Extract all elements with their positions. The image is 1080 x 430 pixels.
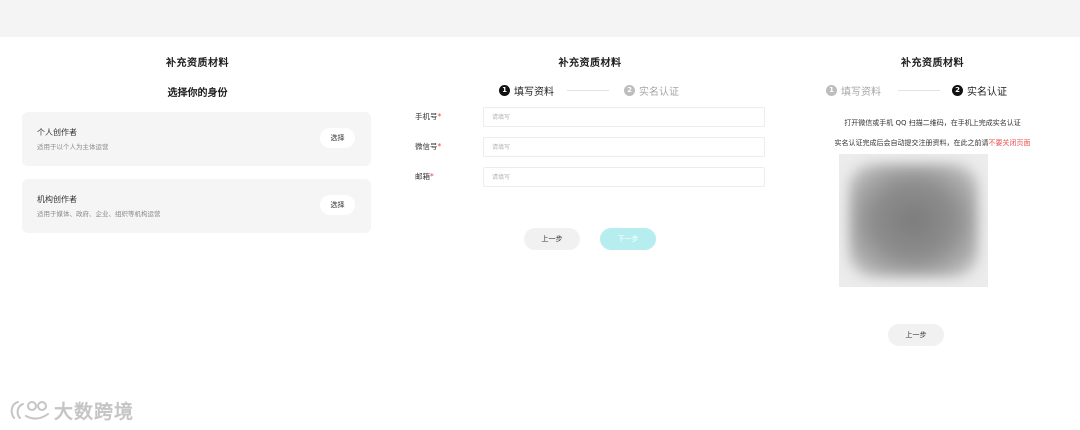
step-fill-info: 1 填写资料 <box>499 83 554 98</box>
wechat-input[interactable] <box>483 137 765 157</box>
select-button[interactable]: 选择 <box>320 195 355 215</box>
field-label: 手机号* <box>415 112 442 121</box>
email-input[interactable] <box>483 167 765 187</box>
identity-panel: 补充资质材料 选择你的身份 个人创作者 适用于以个人为主体运营 选择 机构创作者… <box>0 37 395 430</box>
panel-title: 补充资质材料 <box>901 58 964 69</box>
panel-title: 补充资质材料 <box>166 58 229 69</box>
card-description: 适用于媒体、政府、企业、组织等机构运营 <box>37 210 161 218</box>
step-connector <box>567 90 609 91</box>
field-label: 微信号* <box>415 142 442 151</box>
prev-step-button[interactable]: 上一步 <box>888 324 944 346</box>
step-number-badge: 1 <box>499 84 510 96</box>
step-real-name: 2 实名认证 <box>624 83 679 98</box>
warning-text: 不要关闭页面 <box>988 139 1031 147</box>
step-number-badge: 2 <box>952 84 963 96</box>
card-name: 机构创作者 <box>37 195 77 204</box>
email-row: 邮箱* <box>415 167 765 187</box>
fill-info-panel: 补充资质材料 1 填写资料 2 实名认证 手机号* 微信号* 邮箱* 上一步 下… <box>395 37 785 430</box>
card-description: 适用于以个人为主体运营 <box>37 143 109 151</box>
qr-code-image <box>839 154 988 287</box>
wechat-row: 微信号* <box>415 137 765 157</box>
step-fill-info: 1 填写资料 <box>826 83 881 98</box>
field-label: 邮箱* <box>415 172 434 181</box>
step-label: 填写资料 <box>514 86 554 98</box>
step-connector <box>898 90 940 91</box>
next-step-button[interactable]: 下一步 <box>600 228 656 250</box>
step-label: 实名认证 <box>967 86 1007 98</box>
submit-notice: 实名认证完成后会自动提交注册资料，在此之前请不要关闭页面 <box>834 139 1031 147</box>
step-number-badge: 1 <box>826 84 837 96</box>
step-label: 填写资料 <box>841 86 881 98</box>
identity-card-individual[interactable]: 个人创作者 适用于以个人为主体运营 选择 <box>22 112 371 166</box>
step-number-badge: 2 <box>624 84 635 96</box>
card-name: 个人创作者 <box>37 128 77 137</box>
phone-row: 手机号* <box>415 107 765 127</box>
verification-panel: 补充资质材料 1 填写资料 2 实名认证 打开微信或手机 QQ 扫描二维码，在手… <box>785 37 1080 430</box>
watermark-logo-icon <box>10 401 49 420</box>
step-real-name: 2 实名认证 <box>952 83 1007 98</box>
step-label: 实名认证 <box>639 86 679 98</box>
section-title: 选择你的身份 <box>167 88 228 99</box>
prev-step-button[interactable]: 上一步 <box>524 228 580 250</box>
scan-instruction: 打开微信或手机 QQ 扫描二维码，在手机上完成实名认证 <box>844 119 1021 127</box>
watermark: 大数跨境 <box>8 396 134 424</box>
watermark-text: 大数跨境 <box>54 400 135 423</box>
top-bar <box>0 0 1080 37</box>
phone-input[interactable] <box>483 107 765 127</box>
identity-card-organization[interactable]: 机构创作者 适用于媒体、政府、企业、组织等机构运营 选择 <box>22 179 371 233</box>
select-button[interactable]: 选择 <box>320 128 355 148</box>
panel-title: 补充资质材料 <box>558 58 622 69</box>
